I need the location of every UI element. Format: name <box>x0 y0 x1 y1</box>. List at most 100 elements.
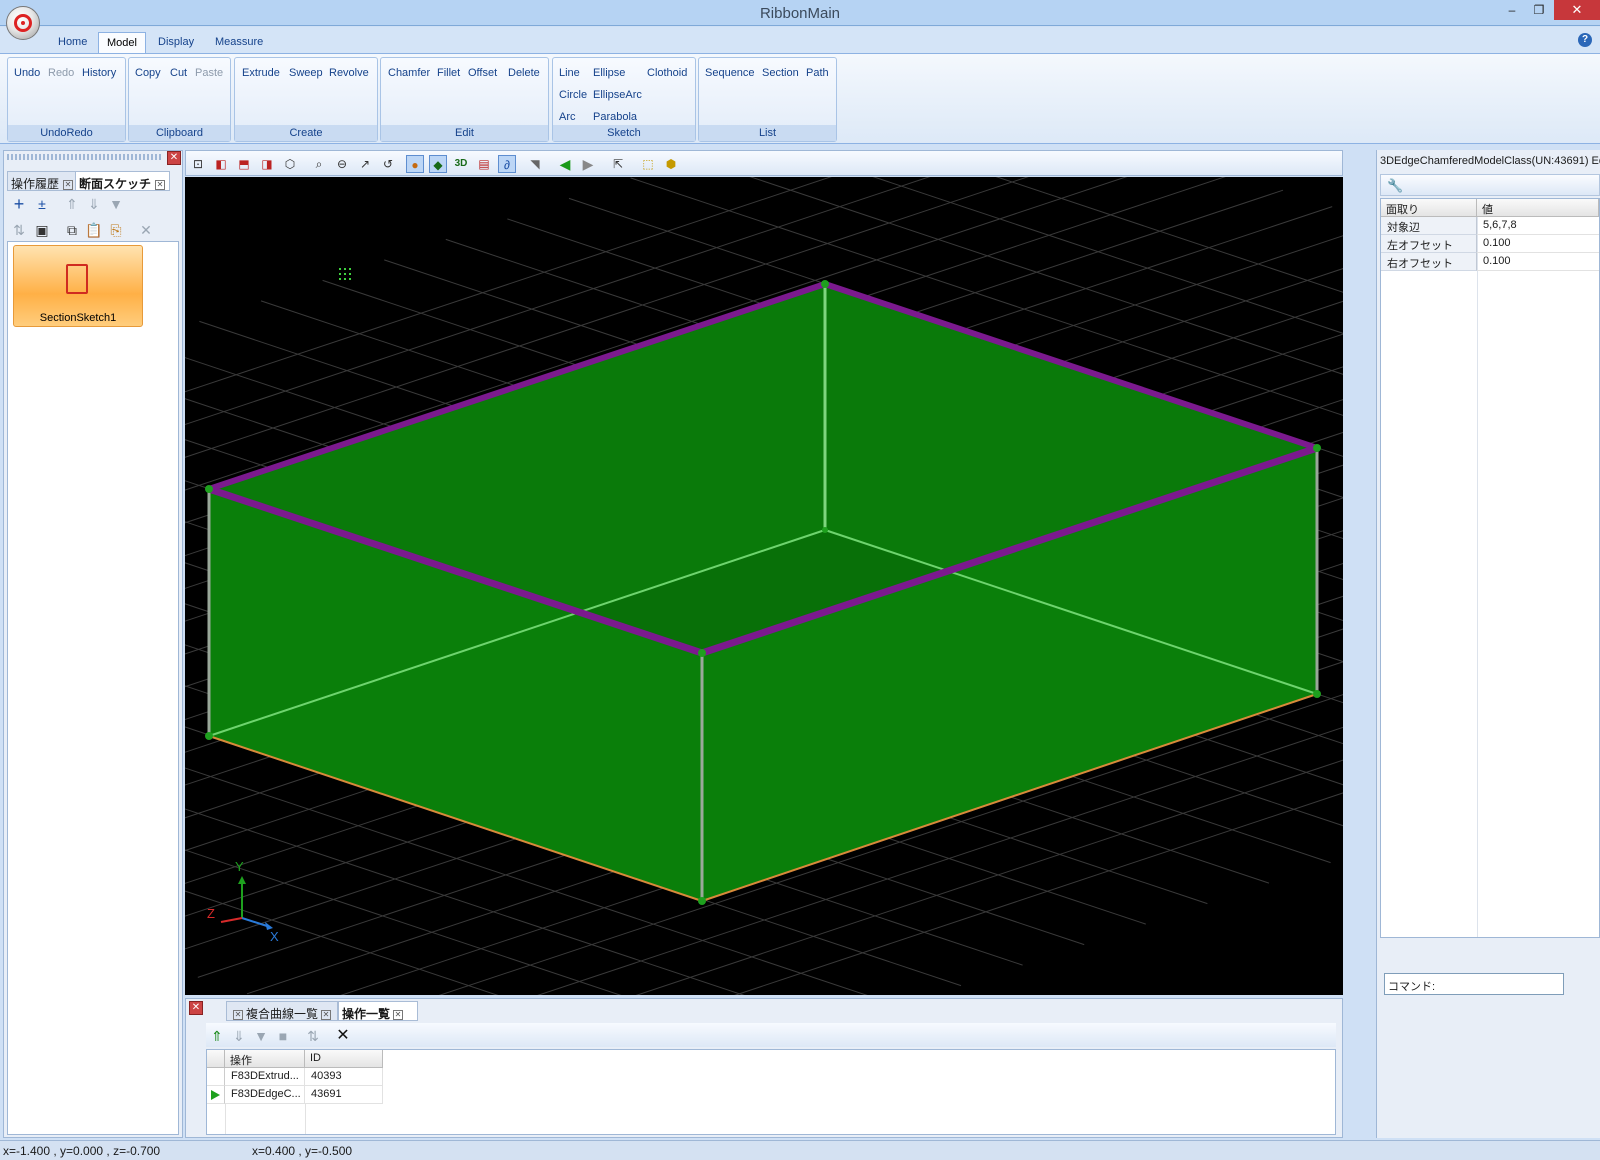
delete-icon[interactable]: ✕ <box>334 1027 352 1045</box>
wrench-icon[interactable]: 🔧 <box>1387 178 1403 194</box>
tab-operations[interactable]: 操作一覧 ✕ <box>338 1001 418 1021</box>
circle-button[interactable]: Circle <box>559 89 587 101</box>
chamfer-button[interactable]: Chamfer <box>388 67 430 79</box>
paste-special-icon[interactable]: ⎘ <box>107 221 125 239</box>
iso-view-icon[interactable]: ⬡ <box>281 155 299 173</box>
move-down-icon[interactable]: ⇓ <box>230 1027 248 1045</box>
back-icon[interactable]: ◀ <box>556 155 574 173</box>
tab-home[interactable]: Home <box>50 32 95 53</box>
stop-icon[interactable]: ■ <box>274 1027 292 1045</box>
insert-icon[interactable]: ± <box>33 195 51 213</box>
sort-icon[interactable]: ⇅ <box>304 1027 322 1045</box>
select-lasso-icon[interactable]: ⬢ <box>662 155 680 173</box>
front-view-icon[interactable]: ◧ <box>212 155 230 173</box>
tab-meassure[interactable]: Meassure <box>207 32 271 53</box>
zoom-out-icon[interactable]: ⊖ <box>333 155 351 173</box>
close-tab-icon[interactable]: ✕ <box>63 179 74 190</box>
application-menu-button[interactable] <box>6 6 40 40</box>
line-button[interactable]: Line <box>559 67 580 79</box>
add-icon[interactable]: + <box>10 195 28 213</box>
parabola-button[interactable]: Parabola <box>593 111 637 123</box>
wireframe-mode-icon[interactable]: ◆ <box>429 155 447 173</box>
cut-button[interactable]: Cut <box>170 67 187 79</box>
table-cell-operation[interactable]: F83DExtrud... <box>225 1068 305 1086</box>
extrude-button[interactable]: Extrude <box>242 67 280 79</box>
history-button[interactable]: History <box>82 67 116 79</box>
zoom-window-icon[interactable]: ⌕ <box>310 155 328 173</box>
forward-icon[interactable]: ▶ <box>579 155 597 173</box>
close-tab-icon[interactable]: ✕ <box>393 1009 404 1020</box>
paste-button[interactable]: Paste <box>195 67 223 79</box>
link-icon[interactable]: ∂ <box>498 155 516 173</box>
delete-icon[interactable]: ✕ <box>137 221 155 239</box>
table-cell-operation[interactable]: F83DEdgeC... <box>225 1086 305 1104</box>
shaded-mode-icon[interactable]: ● <box>406 155 424 173</box>
copy-button[interactable]: Copy <box>135 67 161 79</box>
section-mode-icon[interactable]: ▤ <box>475 155 493 173</box>
select-box-icon[interactable]: ⬚ <box>639 155 657 173</box>
move-bottom-icon[interactable]: ▼ <box>107 195 125 213</box>
row-header-current[interactable] <box>207 1086 225 1104</box>
fit-view-icon[interactable]: ⊡ <box>189 155 207 173</box>
3d-mode-icon[interactable]: 3D <box>452 155 470 173</box>
move-bottom-icon[interactable]: ▼ <box>252 1027 270 1045</box>
select-all-icon[interactable]: ▣ <box>33 221 51 239</box>
copy-icon[interactable]: ⧉ <box>63 221 81 239</box>
side-view-icon[interactable]: ◨ <box>258 155 276 173</box>
select-cursor-icon[interactable]: ⇱ <box>609 155 627 173</box>
top-view-icon[interactable]: ⬒ <box>235 155 253 173</box>
move-down-icon[interactable]: ⇓ <box>85 195 103 213</box>
move-up-icon[interactable]: ⇑ <box>63 195 81 213</box>
command-input[interactable]: コマンド: <box>1384 973 1564 995</box>
measure-icon[interactable]: ◥ <box>526 155 544 173</box>
tab-composite-curves[interactable]: ✕ 複合曲線一覧 ✕ <box>226 1001 338 1021</box>
rotate-icon[interactable]: ↺ <box>379 155 397 173</box>
property-value-right-offset[interactable]: 0.100 <box>1477 253 1599 271</box>
property-value-left-offset[interactable]: 0.100 <box>1477 235 1599 253</box>
property-value-target-edges[interactable]: 5,6,7,8 <box>1477 217 1599 235</box>
table-cell-id[interactable]: 43691 <box>305 1086 383 1104</box>
ellipsearc-button[interactable]: EllipseArc <box>593 89 642 101</box>
ellipse-button[interactable]: Ellipse <box>593 67 625 79</box>
row-header[interactable] <box>207 1068 225 1086</box>
paste-icon[interactable]: 📋 <box>85 221 103 239</box>
box-model[interactable] <box>205 280 1321 905</box>
redo-button[interactable]: Redo <box>48 67 74 79</box>
pan-icon[interactable]: ↗ <box>356 155 374 173</box>
section-button[interactable]: Section <box>762 67 799 79</box>
3d-viewport[interactable]: Y X Z <box>185 177 1343 995</box>
sequence-button[interactable]: Sequence <box>705 67 755 79</box>
panel-close-icon[interactable]: ✕ <box>189 1001 203 1015</box>
help-icon[interactable]: ? <box>1578 33 1592 47</box>
undo-button[interactable]: Undo <box>14 67 40 79</box>
arc-button[interactable]: Arc <box>559 111 576 123</box>
tab-display[interactable]: Display <box>150 32 202 53</box>
row-header-corner <box>207 1050 225 1068</box>
close-tab-icon[interactable]: ✕ <box>155 179 166 190</box>
tab-model[interactable]: Model <box>98 32 146 53</box>
close-button[interactable]: ✕ <box>1554 0 1600 20</box>
clothoid-button[interactable]: Clothoid <box>647 67 687 79</box>
minimize-button[interactable]: – <box>1497 0 1527 20</box>
window-title: RibbonMain <box>759 5 841 22</box>
revolve-button[interactable]: Revolve <box>329 67 369 79</box>
delete-button[interactable]: Delete <box>508 67 540 79</box>
table-cell-id[interactable]: 40393 <box>305 1068 383 1086</box>
tab-section-sketch[interactable]: 断面スケッチ ✕ <box>75 171 171 191</box>
sweep-button[interactable]: Sweep <box>289 67 323 79</box>
path-button[interactable]: Path <box>806 67 829 79</box>
panel-close-icon[interactable]: ✕ <box>167 151 181 165</box>
maximize-button[interactable]: ❐ <box>1524 0 1554 20</box>
list-item[interactable]: SectionSketch1 <box>13 245 143 327</box>
close-tab-icon[interactable]: ✕ <box>321 1009 332 1020</box>
tab-operation-history[interactable]: 操作履歴 ✕ <box>7 171 79 191</box>
close-tab-icon[interactable]: ✕ <box>233 1009 243 1020</box>
move-up-icon[interactable]: ⇑ <box>208 1027 226 1045</box>
column-header-id[interactable]: ID <box>305 1050 383 1068</box>
column-header-operation[interactable]: 操作 <box>225 1050 305 1068</box>
panel-grip[interactable] <box>7 154 162 160</box>
offset-button[interactable]: Offset <box>468 67 497 79</box>
world-coordinates: x=-1.400 , y=0.000 , z=-0.700 <box>3 1144 161 1158</box>
sort-icon[interactable]: ⇅ <box>10 221 28 239</box>
fillet-button[interactable]: Fillet <box>437 67 460 79</box>
